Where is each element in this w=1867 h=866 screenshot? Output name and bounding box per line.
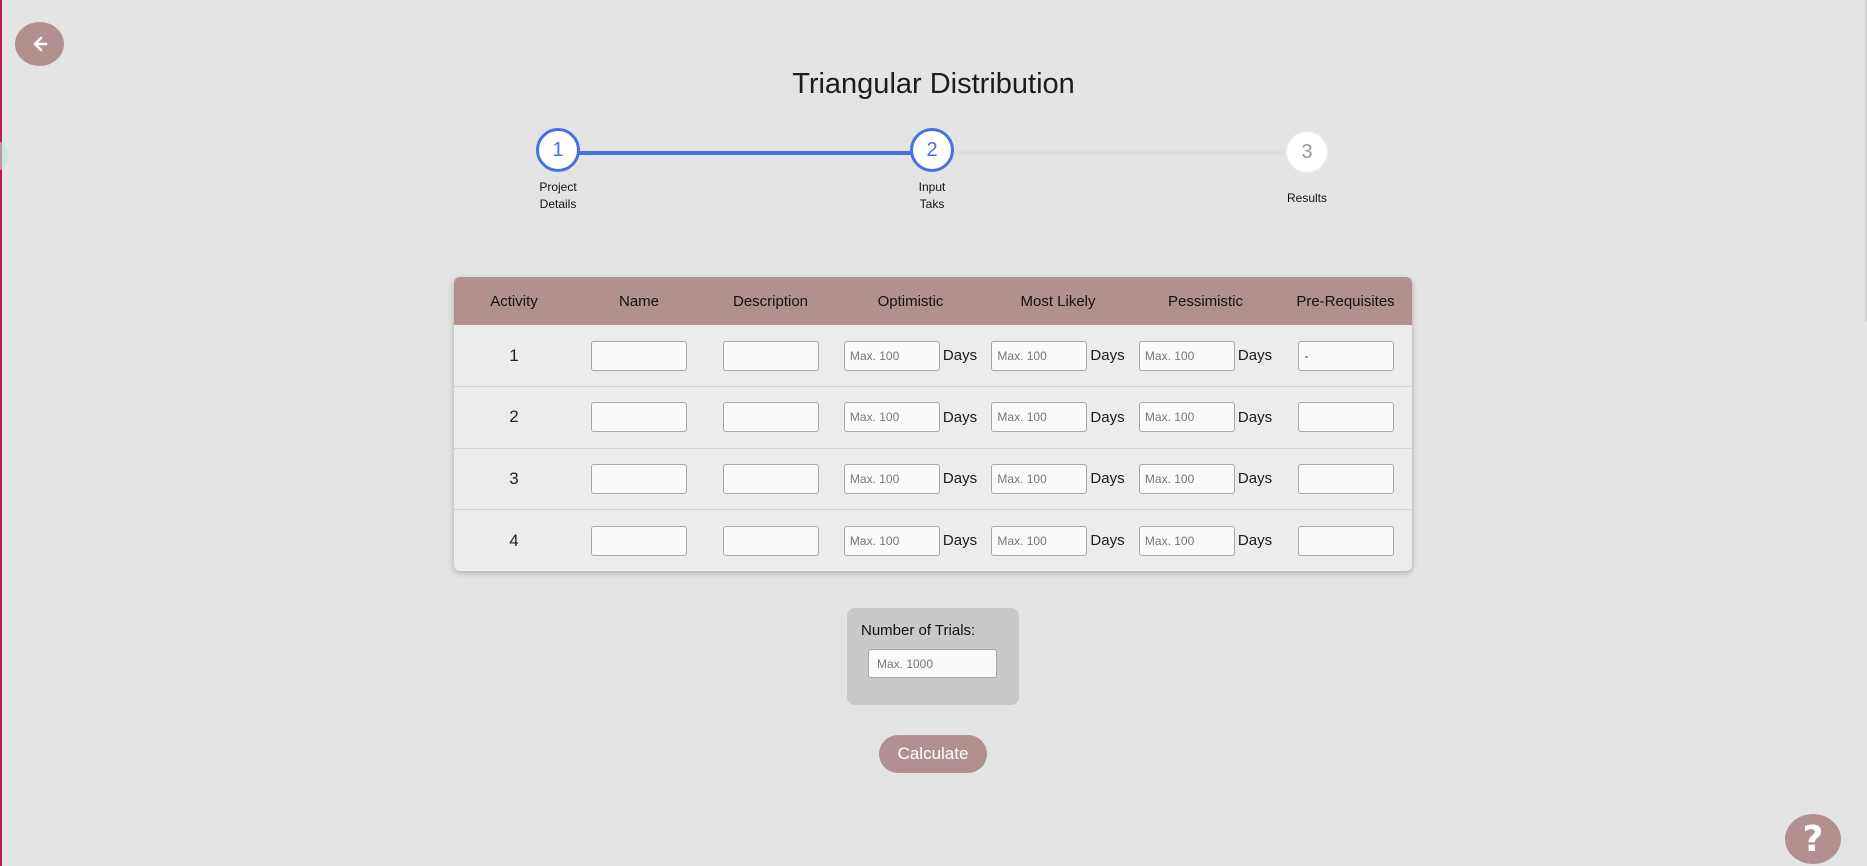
step-number-1: 1 (536, 128, 580, 172)
trials-input[interactable] (868, 649, 997, 678)
tasks-table: Activity Name Description Optimistic Mos… (454, 277, 1412, 571)
days-unit-label: Days (1237, 470, 1273, 488)
name-input[interactable] (591, 463, 687, 494)
trials-panel: Number of Trials: (847, 608, 1019, 705)
step-label: Input Taks (918, 180, 946, 211)
prerequisites-input[interactable] (1297, 525, 1394, 556)
days-unit-label: Days (942, 408, 978, 426)
table-row: 1 Days Days Days (454, 325, 1412, 387)
activity-number: 4 (509, 530, 519, 550)
days-unit-label: Days (1237, 347, 1273, 364)
trials-label: Number of Trials: (861, 622, 976, 639)
activity-number: 3 (509, 468, 519, 488)
prerequisites-input[interactable] (1297, 340, 1394, 371)
most-likely-input[interactable] (991, 340, 1088, 371)
table-row: 3 Days Days Days (454, 448, 1412, 510)
days-unit-label: Days (942, 470, 978, 488)
days-unit-label: Days (1090, 470, 1125, 488)
activity-number: 2 (509, 407, 519, 427)
calculate-button[interactable]: Calculate (879, 735, 987, 773)
description-input[interactable] (722, 525, 819, 556)
optimistic-input[interactable] (843, 525, 940, 556)
column-header-activity: Activity (490, 292, 538, 310)
days-unit-label: Days (942, 532, 978, 549)
prerequisites-input[interactable] (1297, 402, 1394, 433)
pessimistic-input[interactable] (1138, 402, 1235, 433)
optimistic-input[interactable] (843, 402, 940, 433)
days-unit-label: Days (1090, 408, 1125, 426)
pessimistic-input[interactable] (1138, 463, 1235, 494)
prerequisites-input[interactable] (1297, 463, 1394, 494)
column-header-name: Name (618, 292, 659, 310)
step-input-taks[interactable]: 2 Input Taks (882, 128, 982, 213)
column-header-description: Description (732, 292, 809, 310)
pessimistic-input[interactable] (1138, 525, 1235, 556)
progress-stepper: 1 Project Details 2 Input Taks 3 Results (0, 0, 1867, 230)
stepper-progress (558, 151, 932, 155)
days-unit-label: Days (942, 347, 978, 364)
step-label: Results (1286, 191, 1327, 205)
days-unit-label: Days (1090, 347, 1125, 364)
days-unit-label: Days (1237, 532, 1273, 549)
pessimistic-input[interactable] (1138, 340, 1235, 371)
help-button[interactable]: ? (1785, 814, 1841, 864)
column-header-most-likely: Most Likely (1020, 292, 1096, 310)
most-likely-input[interactable] (991, 402, 1088, 433)
table-header-row: Activity Name Description Optimistic Mos… (454, 277, 1412, 325)
optimistic-input[interactable] (843, 463, 940, 494)
most-likely-input[interactable] (991, 463, 1088, 494)
tasks-table-card: Activity Name Description Optimistic Mos… (454, 277, 1412, 571)
step-number-2: 2 (910, 128, 954, 172)
name-input[interactable] (591, 402, 687, 433)
description-input[interactable] (722, 402, 819, 433)
column-header-prerequisites: Pre-Requisites (1296, 292, 1395, 310)
name-input[interactable] (591, 525, 687, 556)
table-row: 2 Days Days Days (454, 386, 1412, 449)
step-project-details[interactable]: 1 Project Details (508, 128, 608, 213)
description-input[interactable] (722, 340, 819, 371)
column-header-optimistic: Optimistic (877, 292, 944, 310)
column-header-pessimistic: Pessimistic (1167, 292, 1243, 310)
question-mark-icon: ? (1802, 818, 1824, 860)
step-results[interactable]: 3 Results (1257, 130, 1357, 207)
most-likely-input[interactable] (991, 525, 1088, 556)
days-unit-label: Days (1237, 408, 1273, 426)
table-row: 4 Days Days Days (454, 509, 1412, 572)
activity-number: 1 (509, 345, 519, 365)
step-number-3: 3 (1285, 130, 1329, 174)
name-input[interactable] (591, 340, 687, 371)
step-label: Project Details (539, 180, 577, 211)
optimistic-input[interactable] (843, 340, 940, 371)
description-input[interactable] (722, 463, 819, 494)
days-unit-label: Days (1090, 532, 1125, 549)
